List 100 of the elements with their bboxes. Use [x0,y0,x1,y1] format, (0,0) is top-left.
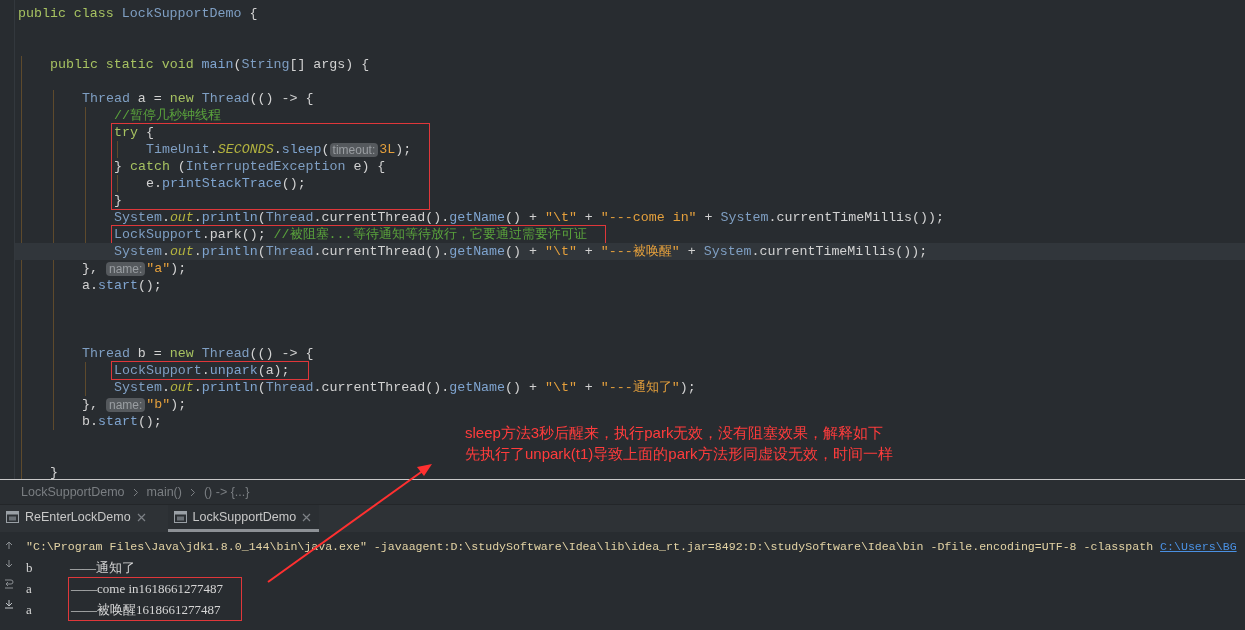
code-text: .currentTimeMillis()); [751,243,928,260]
code-text: LockSupport [114,226,202,243]
code-text: TimeUnit [146,141,210,158]
code-text: Thread [265,243,314,260]
code-text: "\t" [544,209,577,226]
run-tab[interactable]: ReEnterLockDemo [0,505,154,532]
code-text: . [193,209,202,226]
code-text: System [114,243,162,260]
code-text: . [161,209,170,226]
code-text: main [201,56,234,73]
code-text: + [703,209,714,226]
close-icon[interactable] [302,512,312,522]
code-text: . [273,141,282,158]
wrap-icon[interactable] [4,578,14,590]
code-text: LockSupportDemo [121,5,242,22]
code-text: ( [321,141,330,158]
code-text: out [169,209,194,226]
annotation-text: 先执行了unpark(t1)导致上面的park方法形同虚设无效，时间一样 [465,444,893,464]
code-text: e. [146,175,162,192]
parameter-hint: timeout: [329,142,379,157]
code-text: + [583,209,594,226]
code-text: Thread [265,209,314,226]
code-text: } [114,192,122,209]
code-text: "---come in" [600,209,697,226]
code-text: //被阻塞...等待通知等待放行，它要通过需要许可证 [273,226,587,243]
code-text: () + [505,379,538,396]
code-text: a = [136,90,163,107]
output-text: ——come in1618661277487 [71,580,223,597]
code-text: ); [679,379,696,396]
code-text: .currentThread(). [313,379,450,396]
code-text: out [169,379,194,396]
code-text: ); [170,260,187,277]
code-text: (() -> { [249,345,314,362]
code-text: sleep [281,141,322,158]
scroll-to-end-icon[interactable] [4,599,14,609]
code-text: start [97,413,138,430]
code-text: () + [505,243,538,260]
code-text: ( [257,243,266,260]
code-text: { [248,5,258,22]
code-text: Thread [82,90,130,107]
code-text: unpark [209,362,258,379]
code-text: (() -> { [249,90,314,107]
code-text: InterruptedException [185,158,346,175]
code-text: println [201,379,258,396]
code-text: Thread [265,379,314,396]
code-text: + [686,243,697,260]
code-text: Thread [82,345,130,362]
code-text: try [114,124,138,141]
code-text: ); [395,141,412,158]
code-text: .currentTimeMillis()); [768,209,944,226]
code-text: (a); [257,362,290,379]
down-arrow-icon[interactable] [4,559,14,569]
close-icon[interactable] [136,512,146,522]
code-text: . [161,379,170,396]
chevron-icon [189,487,196,497]
code-text: }, [82,260,99,277]
code-text: "\t" [544,379,577,396]
code-text: } [50,464,58,479]
code-text: getName [449,243,506,260]
code-text: printStackTrace [161,175,282,192]
code-text: ( [257,209,266,226]
code-text: (); [281,175,306,192]
console-window-icon [6,511,19,523]
code-text: System [720,209,769,226]
code-text: .currentThread(). [313,243,450,260]
code-text: ); [170,396,187,413]
code-text: public class [18,5,115,22]
code-text: "---被唤醒" [600,243,680,260]
code-text: { [144,124,154,141]
code-text: () + [505,209,538,226]
breadcrumb-item[interactable]: main() [146,485,182,499]
code-text: getName [449,209,506,226]
classpath-link[interactable]: C:\Users\BG [1160,540,1237,553]
code-text: System [114,379,162,396]
breadcrumb-item[interactable]: LockSupportDemo [21,485,125,499]
output-text: a [26,580,33,597]
code-text: println [201,243,258,260]
output-text: a [26,601,33,618]
code-text: + [583,379,594,396]
code-text: e) { [352,158,386,175]
code-text: }, [82,396,99,413]
parameter-hint: name: [105,397,146,412]
annotation-text: sleep方法3秒后醒来，执行park无效，没有阻塞效果，解释如下 [465,423,885,443]
code-text: Thread [201,345,250,362]
code-text: . [201,362,210,379]
code-text: Thread [201,90,250,107]
output-text: ——被唤醒1618661277487 [71,600,221,619]
output-text: ——通知了 [70,558,135,577]
code-text: String [241,56,290,73]
code-text: ( [257,379,266,396]
code-text: System [703,243,752,260]
code-text: . [193,379,202,396]
code-text: println [201,209,258,226]
code-text: public static void [50,56,195,73]
code-text: "b" [146,396,171,413]
breadcrumb-item[interactable]: () -> {...} [203,485,250,499]
up-arrow-icon[interactable] [4,540,14,550]
code-text: ( [233,56,242,73]
code-text: b. [82,413,98,430]
code-text: "a" [146,260,171,277]
